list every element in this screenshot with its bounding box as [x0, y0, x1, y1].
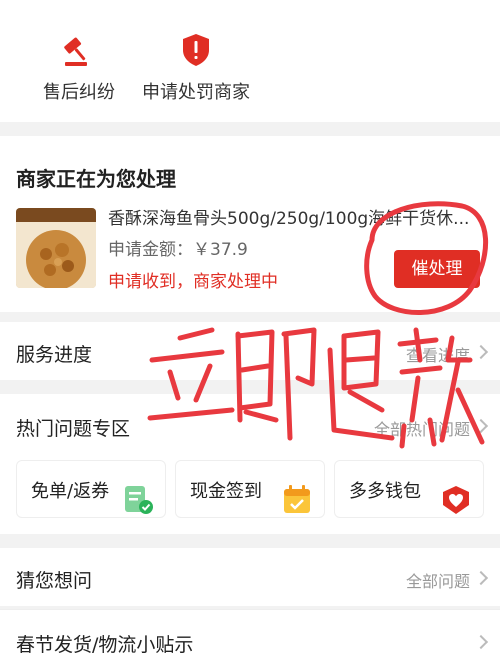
- cash-checkin-tile[interactable]: 现金签到: [175, 460, 325, 518]
- report-merchant-label: 申请处罚商家: [142, 82, 250, 103]
- view-progress-link[interactable]: 查看进度: [406, 342, 470, 366]
- after-sale-dispute-label: 售后纠纷: [43, 82, 115, 103]
- top-actions-card: 售后纠纷 申请处罚商家: [0, 0, 500, 122]
- shipping-tips-label: 春节发货/物流小贴示: [16, 634, 194, 656]
- free-order-coupon-tile[interactable]: 免单/返券: [16, 460, 166, 518]
- service-progress-row[interactable]: 服务进度 查看进度: [0, 322, 500, 380]
- urge-processing-button[interactable]: 催处理: [394, 250, 480, 288]
- chevron-right-icon: [473, 570, 489, 586]
- after-sale-dispute-button[interactable]: 售后纠纷: [14, 30, 144, 110]
- fried-fish-image: [16, 208, 96, 288]
- calendar-check-icon: [284, 485, 310, 513]
- product-name[interactable]: 香酥深海鱼骨头500g/250g/100g海鲜干货休...: [108, 204, 478, 229]
- chevron-right-icon: [473, 344, 489, 360]
- all-questions-link[interactable]: 全部问题: [406, 568, 470, 592]
- refund-amount: 申请金额：￥37.9: [108, 240, 248, 260]
- product-thumbnail[interactable]: [16, 208, 96, 288]
- chevron-right-icon: [473, 634, 489, 650]
- all-hot-questions-link[interactable]: 全部热门问题: [374, 416, 470, 440]
- coupon-check-icon: [125, 486, 153, 514]
- handling-status: 申请收到，商家处理中: [108, 272, 278, 292]
- wallet-heart-icon: [443, 486, 469, 514]
- report-merchant-button[interactable]: 申请处罚商家: [126, 30, 266, 110]
- free-order-coupon-label: 免单/返券: [31, 481, 110, 502]
- cash-checkin-label: 现金签到: [190, 481, 262, 502]
- hot-questions-label: 热门问题专区: [16, 418, 131, 440]
- chevron-right-icon: [473, 418, 489, 434]
- guess-questions-row[interactable]: 猜您想问 全部问题: [0, 548, 500, 606]
- guess-questions-label: 猜您想问: [16, 570, 93, 592]
- shield-icon: [183, 34, 209, 66]
- service-progress-label: 服务进度: [16, 344, 93, 366]
- shipping-tips-row[interactable]: 春节发货/物流小贴示: [0, 609, 500, 667]
- wallet-tile[interactable]: 多多钱包: [334, 460, 484, 518]
- gavel-icon: [64, 37, 87, 66]
- handling-title: 商家正在为您处理: [16, 167, 176, 191]
- wallet-label: 多多钱包: [349, 481, 421, 502]
